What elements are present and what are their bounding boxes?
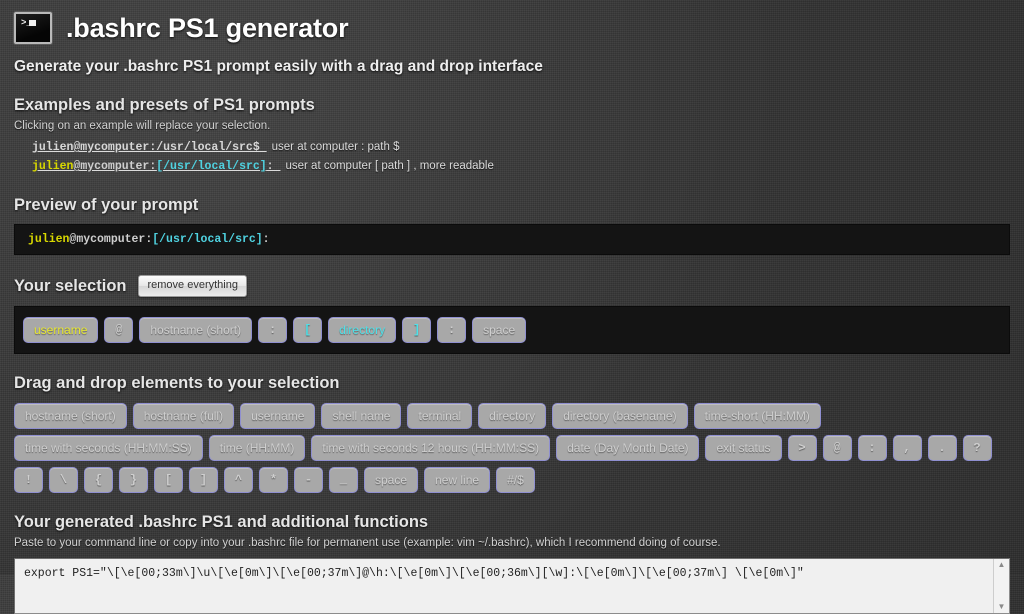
palette-token[interactable]: exit status [705,435,782,461]
example-preset-code[interactable]: julien@mycomputer:[/usr/local/src]: [32,160,280,173]
preview-fragment: @mycomputer: [69,233,153,246]
examples-heading: Examples and presets of PS1 prompts [14,96,315,114]
palette-token[interactable]: } [119,467,148,493]
app-header: >_ .bashrc PS1 generator [14,12,1010,44]
example-code-fragment: julien@mycomputer:/usr/local/src$ [32,141,267,154]
selection-token[interactable]: : [258,317,288,343]
palette-token[interactable]: - [294,467,323,493]
palette-heading: Drag and drop elements to your selection [14,374,340,392]
palette-token[interactable]: , [892,435,922,461]
preview-fragment: : [262,233,270,246]
palette-token[interactable]: shell name [321,403,402,429]
palette-token[interactable]: terminal [407,403,473,429]
page-root: >_ .bashrc PS1 generator Generate your .… [0,0,1024,614]
palette-token[interactable]: new line [424,467,491,493]
example-preset-row[interactable]: julien@mycomputer:[/usr/local/src]: user… [32,157,1010,176]
selection-token[interactable]: space [472,317,527,343]
palette-token[interactable]: time with seconds (HH:MM:SS) [14,435,203,461]
palette-token[interactable]: : [857,435,887,461]
page-tagline: Generate your .bashrc PS1 prompt easily … [14,58,543,75]
output-wrapper: ▲ ▼ [14,558,1010,614]
selection-heading: Your selection [14,276,127,295]
output-heading: Your generated .bashrc PS1 and additiona… [14,513,429,531]
example-preset-row[interactable]: julien@mycomputer:/usr/local/src$ user a… [32,138,1010,157]
palette-token[interactable]: time with seconds 12 hours (HH:MM:SS) [311,435,551,461]
palette-token[interactable]: [ [154,467,183,493]
palette-token[interactable]: #/$ [496,467,535,493]
terminal-icon: >_ [14,12,52,44]
palette-token[interactable]: ] [189,467,218,493]
page-title: .bashrc PS1 generator [66,13,349,43]
palette-token[interactable]: * [259,467,288,493]
example-preset-code[interactable]: julien@mycomputer:/usr/local/src$ [32,141,267,154]
example-code-fragment: @mycomputer: [73,160,157,173]
cursor-block-glyph [29,20,36,26]
example-preset-description: user at computer [ path ] , more readabl… [285,160,494,172]
palette-token[interactable]: hostname (full) [132,403,235,429]
examples-hint: Clicking on an example will replace your… [14,120,271,132]
palette-token[interactable]: ? [962,435,992,461]
chevron-down-icon[interactable]: ▼ [998,601,1006,613]
palette-token[interactable]: ! [14,467,43,493]
palette-token[interactable]: username [240,403,316,429]
selection-token[interactable]: directory [328,317,397,343]
example-code-fragment: julien [32,160,74,173]
palette-token[interactable]: \ [49,467,78,493]
palette-token[interactable]: space [364,467,419,493]
remove-everything-button[interactable]: remove everything [138,275,247,297]
selection-token[interactable]: : [437,317,467,343]
chevron-up-icon[interactable]: ▲ [998,559,1006,571]
selection-drop-area[interactable]: username @ hostname (short):[directory]: sp… [14,306,1010,354]
palette-token[interactable]: date (Day Month Date) [556,435,700,461]
prompt-preview-panel: julien@mycomputer:[/usr/local/src]: [14,224,1010,255]
example-code-fragment: [/usr/local/src] [156,160,267,173]
palette-token[interactable]: directory (basename) [552,403,688,429]
preview-fragment: [/usr/local/src] [152,233,263,246]
textarea-scrollbar[interactable]: ▲ ▼ [993,559,1009,613]
palette-token[interactable]: . [927,435,957,461]
selection-header-row: Your selection remove everything [14,275,1010,297]
selection-token[interactable]: username [23,317,99,343]
palette-token[interactable]: time-short (HH:MM) [693,403,821,429]
selection-token[interactable]: @ [104,317,134,343]
preview-heading: Preview of your prompt [14,196,199,214]
palette-token-list: hostname (short) hostname (full) username s… [14,403,1010,493]
selection-token[interactable]: hostname (short) [139,317,253,343]
output-hint: Paste to your command line or copy into … [14,537,721,549]
palette-token[interactable]: _ [329,467,358,493]
palette-token[interactable]: directory [478,403,547,429]
example-code-fragment: : [266,160,281,173]
example-preset-description: user at computer : path $ [271,141,400,153]
palette-token[interactable]: time (HH:MM) [208,435,306,461]
selection-token[interactable]: [ [293,317,323,343]
preview-fragment: julien [28,233,70,246]
palette-token[interactable]: hostname (short) [14,403,127,429]
palette-token[interactable]: ^ [224,467,253,493]
examples-list: julien@mycomputer:/usr/local/src$ user a… [14,138,1010,176]
palette-token[interactable]: @ [822,435,852,461]
generated-ps1-textarea[interactable] [14,558,1010,614]
palette-token[interactable]: { [84,467,113,493]
palette-token[interactable]: > [787,435,817,461]
selection-token[interactable]: ] [402,317,432,343]
